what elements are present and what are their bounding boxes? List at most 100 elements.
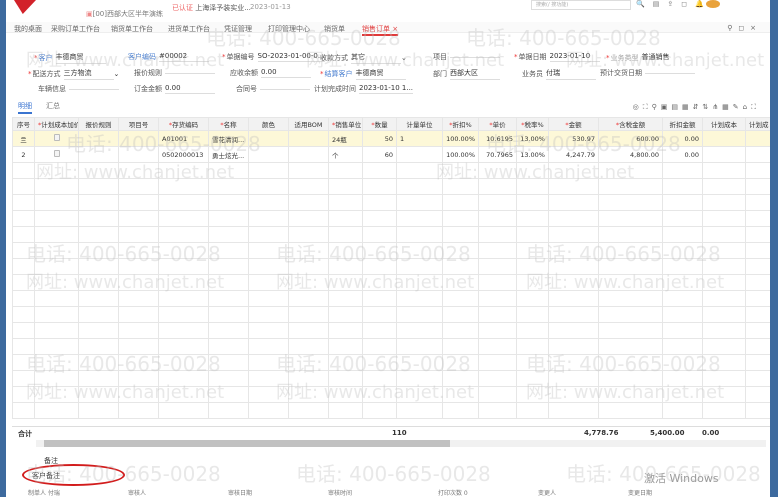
table-cell[interactable] [248,210,289,227]
table-cell[interactable] [516,402,549,419]
quote-rule-field[interactable]: 报价规则 [134,68,215,78]
avatar[interactable] [706,0,720,8]
table-cell[interactable] [34,386,79,403]
table-cell[interactable]: 4,247.79 [548,146,599,163]
table-cell[interactable] [34,194,79,211]
value[interactable] [645,72,695,74]
table-cell[interactable] [78,258,119,275]
table-cell[interactable] [662,274,703,291]
table-cell[interactable] [248,162,289,179]
table-cell[interactable] [442,210,479,227]
column-header[interactable]: 含税金额 [598,117,663,131]
table-cell[interactable] [362,210,397,227]
table-cell[interactable] [702,370,746,387]
table-cell[interactable] [478,354,517,371]
column-header[interactable]: 金额 [548,117,599,131]
table-cell[interactable] [478,162,517,179]
table-cell[interactable] [208,306,249,323]
table-cell[interactable] [158,402,209,419]
table-row[interactable] [12,354,770,371]
table-cell[interactable] [118,354,159,371]
table-cell[interactable] [516,242,549,259]
delivery-field[interactable]: 配送方式三方物流⌄ [28,68,119,80]
column-header[interactable]: 报价规则 [78,117,119,131]
table-cell[interactable] [118,386,159,403]
table-cell[interactable] [478,306,517,323]
table-row[interactable] [12,274,770,291]
table-cell[interactable] [248,338,289,355]
table-cell[interactable] [362,226,397,243]
table-cell[interactable] [208,258,249,275]
table-cell[interactable] [118,306,159,323]
chevron-down-icon[interactable]: ⌄ [114,70,120,78]
table-cell[interactable] [442,178,479,195]
table-row[interactable] [12,210,770,227]
table-cell[interactable] [328,338,363,355]
table-cell[interactable] [12,226,35,243]
table-cell[interactable] [158,258,209,275]
table-cell[interactable] [396,370,443,387]
table-cell[interactable] [12,194,35,211]
table-cell[interactable] [12,242,35,259]
table-cell[interactable] [288,258,329,275]
table-cell[interactable] [288,370,329,387]
column-header[interactable]: 颜色 [248,117,289,131]
table-cell[interactable] [516,290,549,307]
table-row[interactable] [12,338,770,355]
table-cell[interactable] [362,290,397,307]
table-cell[interactable] [598,274,663,291]
table-cell[interactable] [396,322,443,339]
table-cell[interactable] [248,178,289,195]
table-cell[interactable] [158,226,209,243]
table-cell[interactable] [702,242,746,259]
table-cell[interactable] [702,354,746,371]
customer-code-field[interactable]: 客户编码 #00002 [128,52,209,62]
table-cell[interactable] [745,146,770,163]
table-cell[interactable] [328,194,363,211]
table-cell[interactable] [118,226,159,243]
table-cell[interactable] [328,274,363,291]
checkbox[interactable] [53,150,60,157]
table-cell[interactable]: 600.00 [598,130,663,147]
table-cell[interactable] [598,290,663,307]
table-cell[interactable] [78,354,119,371]
chevron-down-icon[interactable]: ⌄ [401,54,407,62]
value[interactable]: 2023-01-10 [549,52,600,62]
table-cell[interactable] [396,338,443,355]
table-cell[interactable] [362,274,397,291]
table-cell[interactable]: 13.00% [516,130,549,147]
table-cell[interactable] [662,258,703,275]
table-cell[interactable] [478,242,517,259]
table-cell[interactable] [78,274,119,291]
table-cell[interactable] [288,306,329,323]
table-cell[interactable] [12,306,35,323]
table-cell[interactable] [12,162,35,179]
table-cell[interactable] [78,242,119,259]
table-cell[interactable] [478,290,517,307]
table-cell[interactable] [548,370,599,387]
table-cell[interactable] [248,402,289,419]
table-cell[interactable] [34,258,79,275]
table-cell[interactable] [702,338,746,355]
table-cell[interactable] [702,178,746,195]
table-cell[interactable]: 雪花清润... [208,130,249,147]
table-cell[interactable] [516,274,549,291]
table-cell[interactable] [478,370,517,387]
table-cell[interactable] [208,354,249,371]
table-cell[interactable] [288,338,329,355]
table-cell[interactable] [662,210,703,227]
table-cell[interactable] [396,210,443,227]
table-cell[interactable] [396,178,443,195]
table-cell[interactable] [516,322,549,339]
table-cell[interactable] [442,194,479,211]
table-cell[interactable] [745,274,770,291]
table-cell[interactable] [362,402,397,419]
table-cell[interactable] [158,322,209,339]
table-cell[interactable] [548,210,599,227]
table-cell[interactable]: 50 [362,130,397,147]
table-cell[interactable] [158,274,209,291]
table-cell[interactable] [548,354,599,371]
table-cell[interactable] [598,306,663,323]
table-cell[interactable] [34,130,79,147]
table-cell[interactable] [662,370,703,387]
